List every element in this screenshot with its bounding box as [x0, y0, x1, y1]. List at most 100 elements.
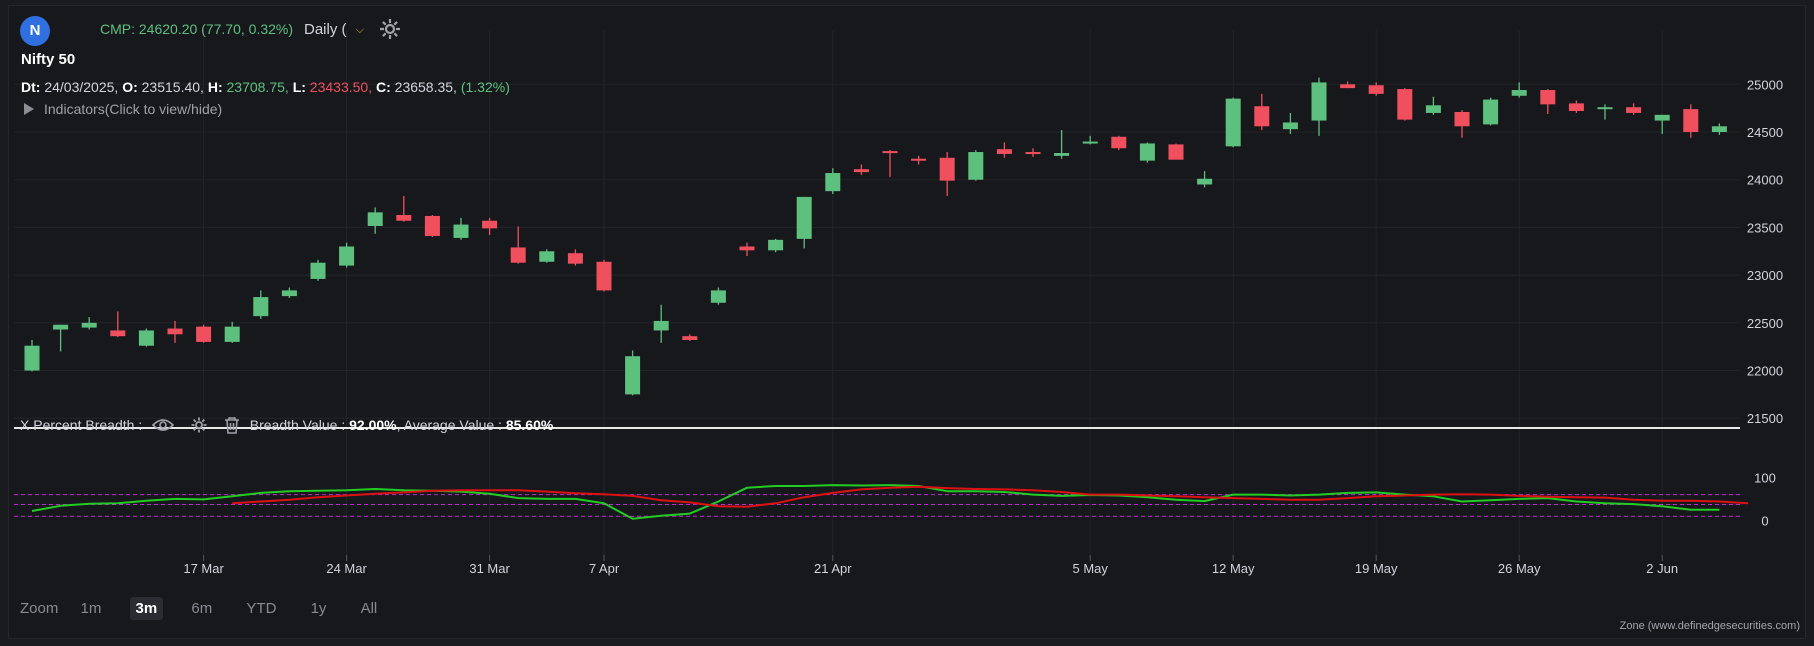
candle-body — [339, 246, 355, 266]
candle-body — [110, 330, 126, 337]
eye-icon[interactable] — [151, 418, 175, 435]
time-tick-label: 26 May — [1498, 561, 1541, 576]
close-label: C: — [375, 79, 391, 95]
dt-label: Dt: — [21, 79, 41, 95]
candle-body — [281, 290, 297, 297]
candle-body — [1597, 107, 1613, 110]
candle-body — [396, 215, 412, 221]
zoom-bar: Zoom 1m 3m 6m YTD 1y All — [20, 597, 401, 620]
breadth-lines — [31, 484, 1749, 520]
candle-body — [224, 326, 240, 342]
play-icon — [24, 103, 34, 115]
candle-body — [453, 224, 469, 238]
high-value: 23708.75, — [226, 79, 289, 95]
candle-body — [1025, 152, 1041, 155]
time-tick-label: 7 Apr — [589, 561, 620, 576]
symbol-title: Nifty 50 — [21, 51, 76, 68]
low-value: 23433.50, — [309, 79, 373, 95]
candle-body — [567, 253, 583, 264]
time-tick-label: 12 May — [1212, 561, 1255, 576]
price-tick-label: 22500 — [1747, 316, 1783, 331]
symbol-logo[interactable]: N — [20, 16, 50, 46]
zoom-1y-button[interactable]: 1y — [305, 597, 333, 620]
candle-body — [1139, 143, 1155, 161]
time-tick-label: 31 Mar — [469, 561, 510, 576]
zoom-6m-button[interactable]: 6m — [185, 597, 218, 620]
zoom-all-button[interactable]: All — [355, 597, 384, 620]
chart-canvas[interactable]: 21500 22000 22500 23000 23500 24000 24500 25000… — [0, 0, 1814, 646]
candle-body — [853, 169, 869, 173]
price-tick-label: 25000 — [1747, 77, 1783, 92]
price-tick-label: 23000 — [1747, 268, 1783, 283]
candle-body — [1425, 105, 1441, 113]
credit-text: Zone (www.definedgesecurities.com) — [1619, 620, 1800, 632]
candle-body — [1168, 144, 1184, 160]
candle-body — [167, 328, 183, 335]
breadth-bands — [14, 494, 1740, 517]
trash-icon[interactable] — [224, 416, 240, 437]
candle-body — [24, 345, 40, 371]
zoom-1m-button[interactable]: 1m — [75, 597, 108, 620]
open-value: 23515.40, — [141, 79, 204, 95]
candle-body — [968, 152, 984, 180]
time-axis: 17 Mar 24 Mar 31 Mar 7 Apr 21 Apr 5 May 12 May… — [183, 555, 1678, 576]
chart-grid — [14, 30, 1740, 555]
gear-icon[interactable] — [190, 416, 208, 437]
candle-body — [939, 157, 955, 181]
open-label: O: — [122, 79, 138, 95]
change-percent: (1.32%) — [460, 79, 510, 95]
candle-body — [53, 324, 69, 330]
zoom-label: Zoom — [20, 600, 59, 617]
candle-body — [196, 326, 212, 342]
candle-body — [253, 297, 269, 317]
candle-body — [1540, 90, 1556, 105]
candle-body — [1683, 109, 1699, 133]
candle-body — [1511, 90, 1527, 96]
candle-body — [1054, 153, 1070, 156]
study-legend: X Percent Breadth : Breadth Value : 92.0… — [20, 416, 553, 437]
candle-body — [1397, 89, 1413, 120]
candle-body — [1483, 99, 1499, 125]
candle-body — [482, 220, 498, 229]
indicators-toggle[interactable]: Indicators(Click to view/hide) — [24, 101, 222, 117]
close-value: 23658.35, — [394, 79, 457, 95]
candle-body — [710, 290, 726, 303]
breadth-tick-label: 0 — [1761, 514, 1768, 529]
candle-body — [539, 251, 555, 262]
candle-body — [367, 212, 383, 226]
candle-body — [1368, 85, 1384, 94]
candle-body — [1254, 106, 1270, 127]
candle-body — [882, 151, 898, 154]
candle-body — [310, 262, 326, 279]
candle-body — [1654, 114, 1670, 121]
study-name: X Percent Breadth : — [20, 417, 143, 434]
candle-body — [653, 320, 669, 331]
average-label: , Average Value : — [396, 417, 502, 434]
dt-value: 24/03/2025, — [44, 79, 119, 95]
price-tick-label: 24000 — [1747, 173, 1783, 188]
candle-body — [1082, 141, 1098, 144]
candle-body — [1197, 178, 1213, 185]
time-tick-label: 17 Mar — [183, 561, 224, 576]
candle-body — [1340, 84, 1356, 89]
high-label: H: — [207, 79, 223, 95]
time-tick-label: 21 Apr — [814, 561, 852, 576]
price-tick-label: 22000 — [1747, 364, 1783, 379]
candle-body — [1711, 126, 1727, 133]
time-tick-label: 5 May — [1072, 561, 1108, 576]
zoom-ytd-button[interactable]: YTD — [240, 597, 282, 620]
breadth-value: 92.00% — [349, 417, 397, 434]
candle-body — [1568, 103, 1584, 112]
candle-body — [996, 149, 1012, 154]
candle-body — [682, 336, 698, 340]
time-tick-label: 24 Mar — [326, 561, 367, 576]
zoom-3m-button[interactable]: 3m — [129, 597, 164, 620]
candle-body — [1626, 107, 1642, 113]
interval-dropdown[interactable]: Daily ( ⌵ — [298, 16, 370, 44]
indicators-label: Indicators(Click to view/hide) — [44, 101, 223, 117]
breadth-tick-label: 100 — [1754, 470, 1776, 485]
price-tick-label: 24500 — [1747, 125, 1783, 140]
candle-body — [1111, 136, 1127, 149]
gear-icon[interactable] — [378, 17, 402, 41]
candle-body — [1225, 98, 1241, 147]
